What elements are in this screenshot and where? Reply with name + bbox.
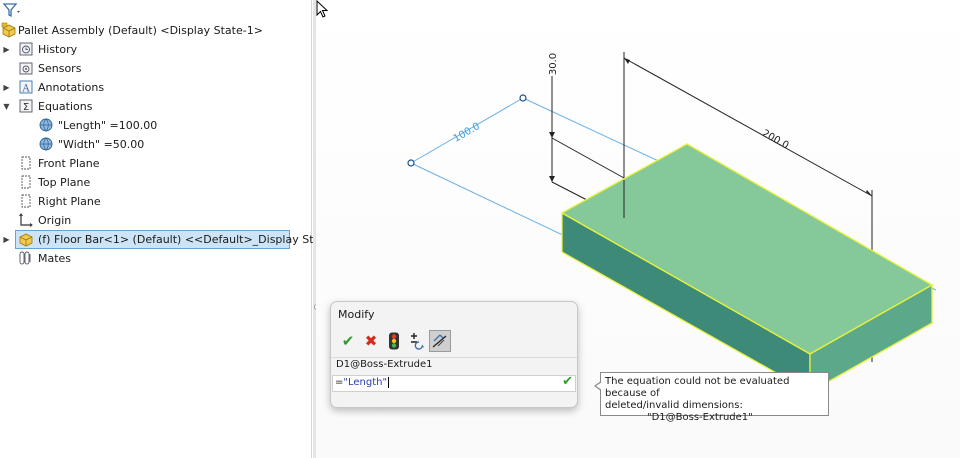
- tree-item-global-width[interactable]: "Width" =50.00: [0, 135, 300, 154]
- dimension-name-label: D1@Boss-Extrude1: [336, 359, 433, 370]
- tree-item-floor-bar[interactable]: ▶ (f) Floor Bar<1> (Default) <<Default>_…: [0, 230, 351, 249]
- part-icon: [19, 233, 33, 247]
- modify-dialog[interactable]: Modify ✔ ✖ D1@Boss-Extrude1 ="Length" ✔: [330, 301, 578, 408]
- value-variable: "Length": [343, 377, 388, 388]
- annotations-icon: A: [19, 80, 33, 95]
- tree-item-annotations[interactable]: ▶ A Annotations: [0, 78, 300, 97]
- accept-checkmark-icon[interactable]: ✔: [562, 374, 573, 389]
- plane-icon: [21, 175, 31, 189]
- expand-arrow-icon[interactable]: ▶: [2, 78, 11, 97]
- tree-item-label: Top Plane: [38, 176, 91, 189]
- feature-manager-tree: Pallet Assembly (Default) <Display State…: [0, 0, 351, 458]
- expand-arrow-icon[interactable]: ▶: [2, 40, 11, 59]
- plane-icon: [21, 156, 31, 170]
- tooltip-line-1: The equation could not be evaluated beca…: [605, 376, 790, 399]
- tree-item-top-plane[interactable]: Top Plane: [0, 173, 300, 192]
- origin-icon: [19, 213, 33, 227]
- floor-bar-body[interactable]: [560, 143, 934, 394]
- rebuild-button[interactable]: [383, 330, 405, 352]
- tree-item-origin[interactable]: Origin: [0, 211, 300, 230]
- tree-root-assembly[interactable]: Pallet Assembly (Default) <Display State…: [0, 21, 300, 40]
- tree-item-equations[interactable]: ▼ Σ Equations: [0, 97, 300, 116]
- tree-item-label: (f) Floor Bar<1> (Default) <<Default>_Di…: [38, 233, 352, 246]
- tree-item-label: Mates: [38, 252, 72, 265]
- tree-item-front-plane[interactable]: Front Plane: [0, 154, 300, 173]
- tree-item-sensors[interactable]: Sensors: [0, 59, 300, 78]
- plus-minus-icon: [411, 333, 424, 350]
- tree-root-label: Pallet Assembly (Default) <Display State…: [18, 24, 263, 37]
- tree-item-right-plane[interactable]: Right Plane: [0, 192, 300, 211]
- svg-text:A: A: [21, 84, 30, 95]
- error-tooltip: The equation could not be evaluated beca…: [594, 372, 829, 423]
- dimension-value-text[interactable]: ="Length": [335, 377, 390, 388]
- tree-item-label: History: [38, 43, 78, 56]
- tree-item-label: Annotations: [38, 81, 105, 94]
- collapse-arrow-icon[interactable]: ▼: [2, 97, 11, 116]
- text-caret: [388, 377, 390, 388]
- tree-item-label: Front Plane: [38, 157, 100, 170]
- tree-item-mates[interactable]: Mates: [0, 249, 300, 268]
- dimension-height-text[interactable]: 30.0: [548, 53, 559, 75]
- plane-icon: [21, 194, 31, 208]
- global-variable-icon: [39, 118, 53, 132]
- reverse-sense-button[interactable]: [406, 330, 428, 352]
- traffic-light-icon: [389, 332, 399, 350]
- assembly-icon: [1, 22, 16, 38]
- tree-item-label: Right Plane: [38, 195, 101, 208]
- dimension-width-text[interactable]: 100.0: [452, 121, 482, 145]
- tree-item-label: "Length" =100.00: [58, 119, 158, 132]
- modify-divider: [331, 357, 577, 358]
- modify-dialog-title: Modify: [338, 308, 375, 321]
- equations-icon: Σ: [19, 99, 33, 113]
- dimension-length-text[interactable]: 200.0: [760, 128, 790, 152]
- tree-item-label: Origin: [38, 214, 72, 227]
- close-icon: ✖: [364, 332, 378, 350]
- cancel-button[interactable]: ✖: [360, 330, 382, 352]
- history-icon: [19, 42, 33, 56]
- dimension-value-input[interactable]: ="Length" ✔: [332, 374, 576, 392]
- mouse-pointer-icon: [316, 0, 329, 18]
- tree-item-label: "Width" =50.00: [58, 138, 145, 151]
- filter-icon[interactable]: [2, 2, 22, 18]
- checkmark-icon: ✔: [341, 332, 355, 350]
- tree-item-global-length[interactable]: "Length" =100.00: [0, 116, 300, 135]
- tooltip-arrow-inner: [596, 382, 602, 390]
- ok-button[interactable]: ✔: [337, 330, 359, 352]
- mates-icon: [19, 251, 31, 265]
- sensors-icon: [19, 62, 33, 75]
- mark-for-drawing-button[interactable]: [429, 330, 451, 352]
- tree-item-history[interactable]: ▶ History: [0, 40, 300, 59]
- dimension-mark-icon: [432, 334, 447, 348]
- global-variable-icon: [39, 137, 53, 151]
- tree-item-label: Equations: [38, 100, 93, 113]
- tooltip-line-2: deleted/invalid dimensions:: [605, 400, 743, 411]
- expand-arrow-icon[interactable]: ▶: [2, 230, 11, 249]
- tooltip-line-3: "D1@Boss-Extrude1": [647, 412, 753, 423]
- svg-text:Σ: Σ: [23, 102, 29, 113]
- tree-item-label: Sensors: [38, 62, 82, 75]
